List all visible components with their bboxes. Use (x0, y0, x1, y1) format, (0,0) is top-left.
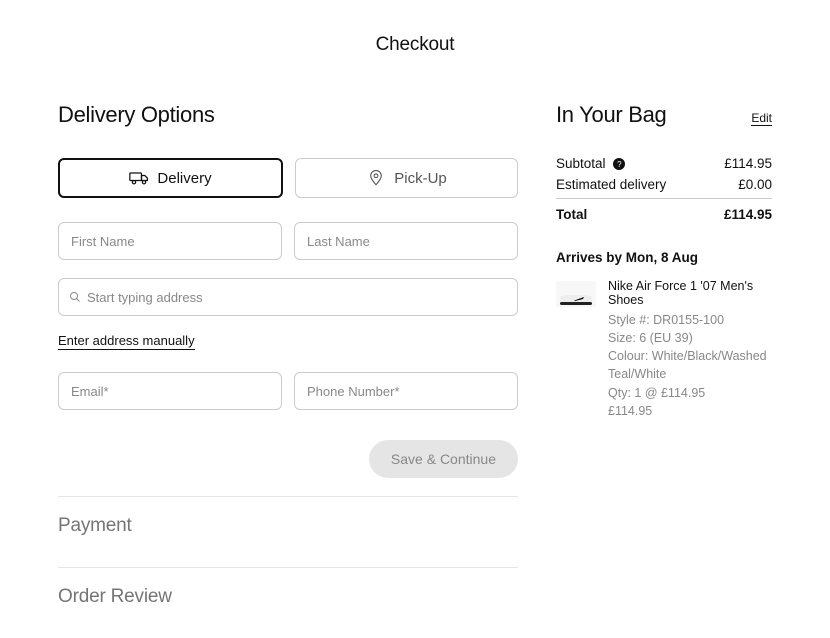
product-price: £114.95 (608, 402, 772, 420)
page-title: Checkout (0, 0, 830, 102)
first-name-field[interactable] (58, 222, 282, 260)
pin-icon (366, 169, 386, 187)
delivery-tab-label: Delivery (157, 170, 211, 187)
bag-item: Nike Air Force 1 '07 Men's Shoes Style #… (556, 279, 772, 420)
enter-address-manually-link[interactable]: Enter address manually (58, 333, 195, 350)
product-thumbnail (556, 281, 596, 307)
subtotal-label: Subtotal (556, 156, 606, 171)
email-field[interactable] (58, 372, 282, 410)
address-search-input[interactable] (58, 278, 518, 316)
bag-heading: In Your Bag (556, 102, 666, 128)
product-qty: Qty: 1 @ £114.95 (608, 384, 772, 402)
product-style: Style #: DR0155-100 (608, 311, 772, 329)
pickup-tab[interactable]: Pick-Up (295, 158, 518, 198)
subtotal-row: Subtotal ? £114.95 (556, 156, 772, 171)
payment-section-heading[interactable]: Payment (58, 515, 518, 537)
phone-field[interactable] (294, 372, 518, 410)
shipping-label: Estimated delivery (556, 177, 666, 192)
delivery-options-heading: Delivery Options (58, 102, 518, 128)
product-size: Size: 6 (EU 39) (608, 329, 772, 347)
edit-bag-link[interactable]: Edit (751, 111, 772, 126)
last-name-field[interactable] (294, 222, 518, 260)
delivery-tab[interactable]: Delivery (58, 158, 283, 198)
order-review-section-heading[interactable]: Order Review (58, 586, 518, 608)
search-icon (69, 291, 81, 303)
save-continue-button[interactable]: Save & Continue (369, 440, 518, 478)
total-label: Total (556, 207, 587, 222)
product-name: Nike Air Force 1 '07 Men's Shoes (608, 279, 772, 307)
truck-icon (129, 169, 149, 187)
info-icon[interactable]: ? (613, 158, 625, 170)
subtotal-value: £114.95 (724, 156, 772, 171)
total-value: £114.95 (724, 207, 772, 222)
arrival-estimate: Arrives by Mon, 8 Aug (556, 250, 772, 265)
pickup-tab-label: Pick-Up (394, 170, 447, 187)
shipping-value: £0.00 (738, 177, 772, 192)
product-colour: Colour: White/Black/Washed Teal/White (608, 347, 772, 383)
shipping-row: Estimated delivery £0.00 (556, 177, 772, 192)
total-row: Total £114.95 (556, 198, 772, 222)
